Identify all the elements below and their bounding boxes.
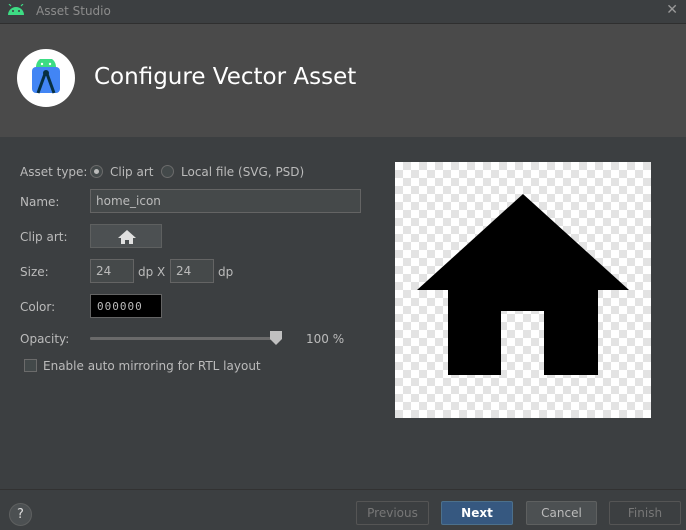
home-icon bbox=[417, 194, 629, 375]
window-title: Asset Studio bbox=[36, 4, 111, 18]
wizard-header: Configure Vector Asset bbox=[0, 23, 686, 137]
size-height-unit: dp bbox=[218, 265, 234, 279]
next-button[interactable]: Next bbox=[441, 501, 513, 525]
footer-divider bbox=[0, 489, 686, 490]
color-label: Color: bbox=[20, 300, 56, 314]
android-icon bbox=[7, 3, 25, 19]
name-label: Name: bbox=[20, 195, 60, 209]
cancel-button[interactable]: Cancel bbox=[526, 501, 597, 525]
auto-mirroring-label[interactable]: Enable auto mirroring for RTL layout bbox=[43, 359, 261, 373]
size-separator: X bbox=[157, 265, 166, 279]
asset-type-label: Asset type: bbox=[20, 165, 88, 179]
android-studio-logo bbox=[17, 49, 75, 107]
size-label: Size: bbox=[20, 265, 49, 279]
clip-art-button[interactable] bbox=[90, 224, 162, 248]
home-icon bbox=[118, 230, 136, 244]
opacity-label: Opacity: bbox=[20, 332, 70, 346]
clip-art-label: Clip art: bbox=[20, 230, 68, 244]
auto-mirroring-checkbox[interactable] bbox=[24, 359, 37, 372]
finish-button[interactable]: Finish bbox=[609, 501, 681, 525]
opacity-slider-track[interactable] bbox=[90, 337, 280, 340]
size-height-field[interactable]: 24 bbox=[170, 259, 214, 283]
title-bar: Asset Studio ✕ bbox=[0, 0, 686, 23]
name-field[interactable]: home_icon bbox=[90, 189, 361, 213]
previous-button[interactable]: Previous bbox=[356, 501, 429, 525]
help-button[interactable]: ? bbox=[9, 503, 32, 526]
local-file-radio[interactable] bbox=[161, 165, 174, 178]
clip-art-radio-label[interactable]: Clip art bbox=[110, 165, 153, 179]
size-width-unit: dp bbox=[138, 265, 154, 279]
opacity-slider-thumb[interactable] bbox=[270, 331, 282, 345]
local-file-radio-label[interactable]: Local file (SVG, PSD) bbox=[181, 165, 304, 179]
close-icon[interactable]: ✕ bbox=[666, 2, 678, 18]
page-title: Configure Vector Asset bbox=[94, 64, 357, 90]
opacity-value: 100 % bbox=[306, 332, 345, 346]
color-swatch-field[interactable]: 000000 bbox=[90, 294, 162, 318]
icon-preview bbox=[395, 162, 651, 418]
size-width-field[interactable]: 24 bbox=[90, 259, 134, 283]
clip-art-radio[interactable] bbox=[90, 165, 103, 178]
